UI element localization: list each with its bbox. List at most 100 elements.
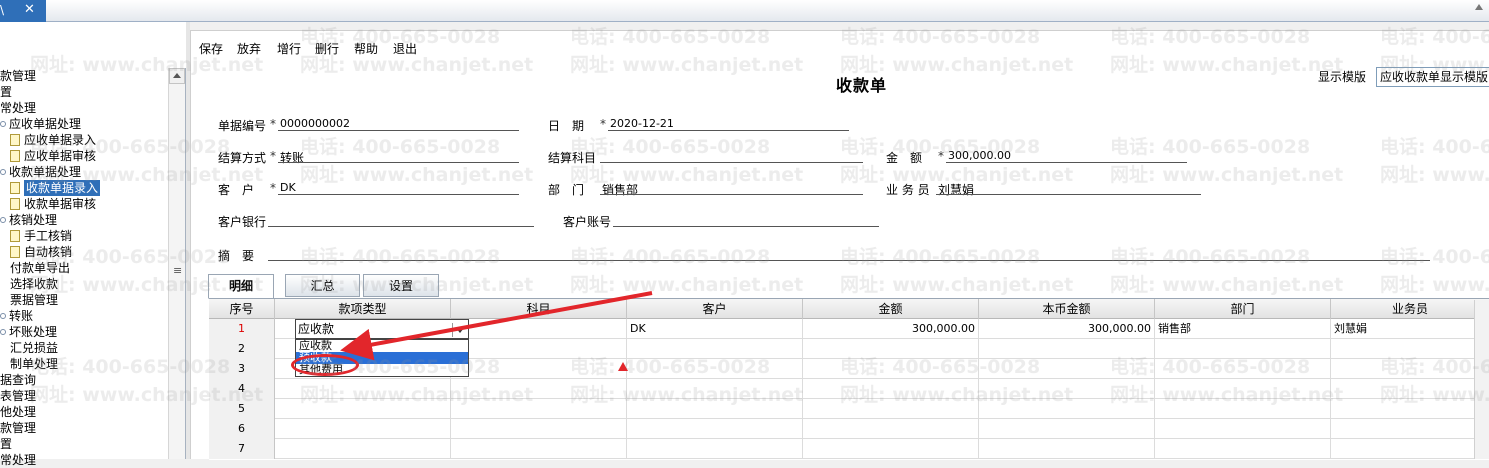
table-cell[interactable] (627, 379, 803, 399)
tab-summary[interactable]: 汇总 (285, 274, 360, 297)
exit-button[interactable]: 退出 (393, 40, 417, 57)
table-row[interactable]: 7 (209, 439, 1489, 459)
customer-field[interactable]: DK (280, 181, 296, 194)
table-cell[interactable] (1331, 439, 1489, 459)
table-cell[interactable] (979, 439, 1155, 459)
table-cell[interactable]: 300,000.00 (979, 319, 1155, 339)
salesman-field[interactable]: 刘慧娟 (938, 181, 974, 198)
table-cell[interactable] (803, 359, 979, 379)
table-cell[interactable] (451, 399, 627, 419)
sidebar-item[interactable]: 手工核销 (10, 228, 72, 244)
table-cell[interactable] (627, 419, 803, 439)
table-cell[interactable] (979, 379, 1155, 399)
column-header[interactable]: 部门 (1155, 299, 1331, 319)
scroll-up-icon[interactable] (1475, 4, 1483, 10)
table-cell[interactable] (803, 379, 979, 399)
settle-subject-field[interactable] (600, 162, 863, 163)
table-cell[interactable] (451, 439, 627, 459)
table-cell[interactable] (979, 419, 1155, 439)
sidebar-item[interactable]: 坏账处理 (0, 324, 57, 340)
close-icon[interactable]: ✕ (24, 2, 35, 17)
table-cell[interactable] (451, 379, 627, 399)
sidebar-item[interactable]: 收款单据录入 (10, 180, 101, 196)
dept-field[interactable]: 销售部 (602, 181, 638, 198)
type-combo[interactable]: 应收款 (295, 319, 469, 339)
table-cell[interactable] (451, 359, 627, 379)
table-cell[interactable] (803, 399, 979, 419)
table-cell[interactable] (803, 339, 979, 359)
add-row-button[interactable]: 增行 (277, 40, 301, 57)
tab-detail[interactable]: 明细 (208, 274, 274, 299)
table-cell[interactable] (979, 399, 1155, 419)
table-cell[interactable] (1155, 379, 1331, 399)
table-row[interactable]: 6 (209, 419, 1489, 439)
table-cell[interactable] (1155, 399, 1331, 419)
dropdown-button[interactable] (452, 323, 466, 337)
settle-field[interactable]: 转账 (280, 149, 304, 166)
column-header[interactable]: 金额 (803, 299, 979, 319)
table-cell[interactable] (275, 399, 451, 419)
table-cell[interactable] (451, 339, 627, 359)
discard-button[interactable]: 放弃 (237, 40, 261, 57)
sidebar-item[interactable]: 自动核销 (10, 244, 72, 260)
table-cell[interactable] (627, 339, 803, 359)
table-cell[interactable] (803, 439, 979, 459)
table-cell[interactable] (275, 419, 451, 439)
table-cell[interactable] (627, 399, 803, 419)
table-cell[interactable] (1155, 439, 1331, 459)
help-button[interactable]: 帮助 (354, 40, 378, 57)
sidebar-item[interactable]: 收款单据审核 (10, 196, 96, 212)
column-header[interactable]: 本币金额 (979, 299, 1155, 319)
table-cell[interactable] (451, 319, 627, 339)
grip-icon[interactable]: ≡ (173, 264, 182, 277)
table-cell[interactable] (979, 339, 1155, 359)
table-cell[interactable]: 销售部 (1155, 319, 1331, 339)
doc-no-field[interactable]: 0000000002 (280, 117, 350, 130)
summary-field[interactable] (268, 260, 1430, 261)
table-cell[interactable] (1155, 359, 1331, 379)
tab-settings[interactable]: 设置 (363, 274, 439, 297)
sidebar-item[interactable]: 核销处理 (0, 212, 57, 228)
sidebar-item-label: 制单处理 (10, 357, 59, 371)
table-cell[interactable] (1331, 399, 1489, 419)
table-row[interactable]: 5 (209, 399, 1489, 419)
window-tab[interactable]: \ ✕ (0, 0, 46, 22)
delete-row-button[interactable]: 删行 (315, 40, 339, 57)
table-cell[interactable] (1155, 419, 1331, 439)
column-header[interactable]: 科目 (451, 299, 627, 319)
save-button[interactable]: 保存 (199, 40, 223, 57)
table-cell[interactable] (979, 359, 1155, 379)
sidebar-item[interactable]: 应收单据处理 (0, 116, 81, 132)
column-header[interactable]: 客户 (627, 299, 803, 319)
table-row[interactable]: 4 (209, 379, 1489, 399)
bank-field[interactable] (268, 226, 534, 227)
table-cell[interactable] (627, 359, 803, 379)
table-cell[interactable] (1331, 359, 1489, 379)
sidebar-item[interactable]: 应收单据录入 (10, 132, 96, 148)
table-cell[interactable] (451, 419, 627, 439)
amount-field[interactable]: 300,000.00 (948, 149, 1011, 162)
table-cell[interactable] (1331, 339, 1489, 359)
sidebar-item[interactable]: 收款单据处理 (0, 164, 81, 180)
account-field[interactable] (613, 226, 879, 227)
table-cell[interactable] (1331, 379, 1489, 399)
table-cell[interactable]: 刘慧娟 (1331, 319, 1489, 339)
tree-node-icon (0, 169, 6, 175)
grid-scrollbar[interactable] (1474, 300, 1489, 459)
table-cell[interactable] (275, 439, 451, 459)
table-cell[interactable] (1155, 339, 1331, 359)
date-field[interactable]: 2020-12-21 (610, 117, 674, 130)
column-header[interactable]: 业务员 (1331, 299, 1489, 319)
sidebar-item[interactable]: 应收单据审核 (10, 148, 96, 164)
sidebar-item[interactable]: 转账 (0, 308, 33, 324)
column-header[interactable]: 款项类型 (275, 299, 451, 319)
table-cell[interactable] (803, 419, 979, 439)
column-header[interactable]: 序号 (209, 299, 275, 319)
table-cell[interactable] (1331, 419, 1489, 439)
scroll-up-button[interactable] (169, 68, 185, 84)
template-select[interactable]: 应收收款单显示模版 (1376, 67, 1489, 87)
table-cell[interactable] (275, 379, 451, 399)
table-cell[interactable]: 300,000.00 (803, 319, 979, 339)
table-cell[interactable] (627, 439, 803, 459)
table-cell[interactable]: DK (627, 319, 803, 339)
